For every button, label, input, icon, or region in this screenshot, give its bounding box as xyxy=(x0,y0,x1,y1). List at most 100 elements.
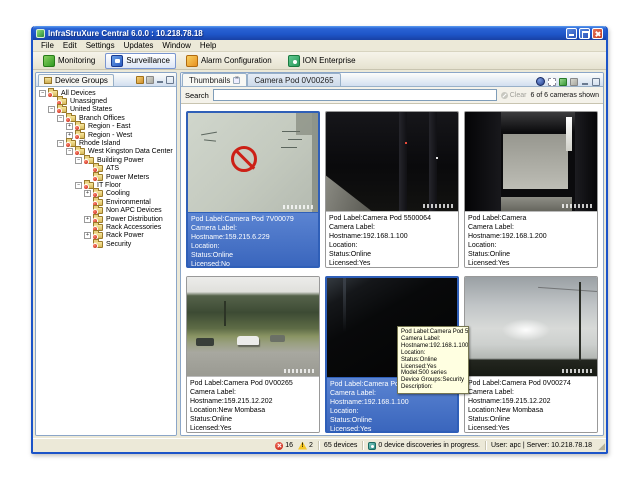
ion-enterprise-button[interactable]: ION Enterprise xyxy=(282,53,362,69)
tooltip-location: Location: xyxy=(401,350,465,357)
menu-window[interactable]: Window xyxy=(158,41,194,50)
expand-icon[interactable] xyxy=(84,216,91,223)
tree-item-power-meters[interactable]: Power Meters xyxy=(36,173,176,181)
camera-thumbnail[interactable] xyxy=(326,112,458,211)
collapse-all-icon[interactable] xyxy=(146,76,154,84)
tree-item-building-power[interactable]: Building Power xyxy=(36,156,176,164)
search-bar: Search Clear 6 of 6 cameras shown xyxy=(181,87,603,104)
scene-detail xyxy=(575,112,597,211)
tree-item-label: West Kingston Data Center xyxy=(88,148,173,155)
menu-updates[interactable]: Updates xyxy=(120,41,158,50)
tree-item-non-apc-devices[interactable]: Non APC Devices xyxy=(36,206,176,214)
tree-item-it-floor[interactable]: IT Floor xyxy=(36,181,176,189)
warning-icon xyxy=(298,442,307,450)
surveillance-button[interactable]: Surveillance xyxy=(105,53,176,69)
tree-item-environmental[interactable]: Environmental xyxy=(36,198,176,206)
tree-item-cooling[interactable]: Cooling xyxy=(36,190,176,198)
separator xyxy=(318,441,319,450)
tree-item-label: United States xyxy=(70,106,112,113)
camera-caption: Pod Label:Camera Pod 7V00079 Camera Labe… xyxy=(188,212,318,266)
maximize-view-icon[interactable] xyxy=(592,78,600,86)
tree-item-rack-power[interactable]: Rack Power xyxy=(36,232,176,240)
minimize-view-icon[interactable] xyxy=(156,76,164,84)
add-device-group-icon[interactable] xyxy=(136,76,144,84)
spacer xyxy=(84,207,91,214)
expand-icon[interactable] xyxy=(84,232,91,239)
tree-item-region-west[interactable]: Region - West xyxy=(36,131,176,139)
minimize-view-icon[interactable] xyxy=(581,78,589,86)
close-button[interactable] xyxy=(592,28,603,39)
menu-edit[interactable]: Edit xyxy=(59,41,81,50)
tree-item-branch-offices[interactable]: Branch Offices xyxy=(36,114,176,122)
scene-detail xyxy=(429,112,437,211)
search-input[interactable] xyxy=(213,89,497,101)
expand-icon[interactable] xyxy=(66,123,73,130)
timestamp-overlay xyxy=(562,369,594,373)
camera-label: Camera Label: xyxy=(190,388,316,397)
tree-item-rack-accessories[interactable]: Rack Accessories xyxy=(36,223,176,231)
refresh-icon[interactable] xyxy=(559,78,567,86)
scene-detail xyxy=(503,134,568,189)
monitoring-button[interactable]: Monitoring xyxy=(37,53,101,69)
tree-item-region-east[interactable]: Region - East xyxy=(36,123,176,131)
collapse-icon[interactable] xyxy=(75,182,82,189)
device-groups-tab[interactable]: Device Groups xyxy=(38,74,114,86)
tab-thumbnails[interactable]: Thumbnails xyxy=(182,73,247,86)
camera-card-5500064[interactable]: Pod Label:Camera Pod 5500064 Camera Labe… xyxy=(325,111,459,268)
layout-icon[interactable] xyxy=(548,78,556,86)
tree-item-security[interactable]: Security xyxy=(36,240,176,248)
maximize-view-icon[interactable] xyxy=(166,76,174,84)
scene-detail xyxy=(399,112,407,211)
collapse-icon[interactable] xyxy=(57,140,64,147)
timestamp-overlay xyxy=(284,369,316,373)
camera-label: Camera Label: xyxy=(329,223,455,232)
warning-status[interactable]: 2 xyxy=(298,442,313,450)
settings-icon[interactable] xyxy=(570,78,578,86)
scene-detail xyxy=(579,282,581,361)
camera-card-camera[interactable]: Pod Label:Camera Camera Label: Hostname:… xyxy=(464,111,598,268)
collapse-icon[interactable] xyxy=(57,115,64,122)
maximize-button[interactable] xyxy=(579,28,590,39)
tree-item-label: Building Power xyxy=(97,157,144,164)
tree-item-rhode-island[interactable]: Rhode Island xyxy=(36,139,176,147)
menu-help[interactable]: Help xyxy=(196,41,220,50)
title-bar[interactable]: InfraStruXure Central 6.0.0 : 10.218.78.… xyxy=(33,26,606,40)
tab-camera-pod[interactable]: Camera Pod 0V00265 xyxy=(247,73,340,86)
camera-thumbnail[interactable] xyxy=(465,112,597,211)
spacer xyxy=(48,98,55,105)
collapse-icon[interactable] xyxy=(66,148,73,155)
collapse-icon[interactable] xyxy=(39,90,46,97)
scene-detail xyxy=(196,338,214,346)
collapse-icon[interactable] xyxy=(48,106,55,113)
view-menu-icon[interactable] xyxy=(536,77,545,86)
collapse-icon[interactable] xyxy=(75,157,82,164)
tree-item-west-kingston-data-center[interactable]: West Kingston Data Center xyxy=(36,148,176,156)
clear-button[interactable]: Clear xyxy=(501,92,527,99)
tree-item-ats[interactable]: ATS xyxy=(36,165,176,173)
camera-thumbnail[interactable] xyxy=(465,277,597,376)
minimize-button[interactable] xyxy=(566,28,577,39)
camera-thumbnail[interactable] xyxy=(188,113,318,212)
scene-detail xyxy=(296,113,312,135)
camera-card-0V00265[interactable]: Pod Label:Camera Pod 0V00265 Camera Labe… xyxy=(186,276,320,433)
camera-caption: Pod Label:Camera Pod 0V00274 Camera Labe… xyxy=(465,376,597,432)
tab-close-icon[interactable] xyxy=(233,77,240,84)
timestamp-overlay xyxy=(423,204,455,208)
camera-thumbnail[interactable] xyxy=(187,277,319,376)
expand-icon[interactable] xyxy=(84,190,91,197)
resize-grip[interactable] xyxy=(598,442,605,451)
tree-item-label: Security xyxy=(106,241,131,248)
tree-item-label: Power Meters xyxy=(106,174,149,181)
menu-file[interactable]: File xyxy=(37,41,58,50)
surveillance-label: Surveillance xyxy=(126,56,170,65)
tooltip-pod-label: Pod Label:Camera Pod 5480376 xyxy=(401,329,465,336)
tree-item-united-states[interactable]: United States xyxy=(36,106,176,114)
camera-card-7V00079[interactable]: Pod Label:Camera Pod 7V00079 Camera Labe… xyxy=(186,111,320,268)
desktop: InfraStruXure Central 6.0.0 : 10.218.78.… xyxy=(0,0,640,480)
tree-item-power-distribution[interactable]: Power Distribution xyxy=(36,215,176,223)
alarm-configuration-button[interactable]: Alarm Configuration xyxy=(180,53,278,69)
error-status[interactable]: 16 xyxy=(275,442,293,450)
menu-settings[interactable]: Settings xyxy=(82,41,119,50)
location: Location: xyxy=(329,241,455,250)
camera-card-0V00274[interactable]: Pod Label:Camera Pod 0V00274 Camera Labe… xyxy=(464,276,598,433)
